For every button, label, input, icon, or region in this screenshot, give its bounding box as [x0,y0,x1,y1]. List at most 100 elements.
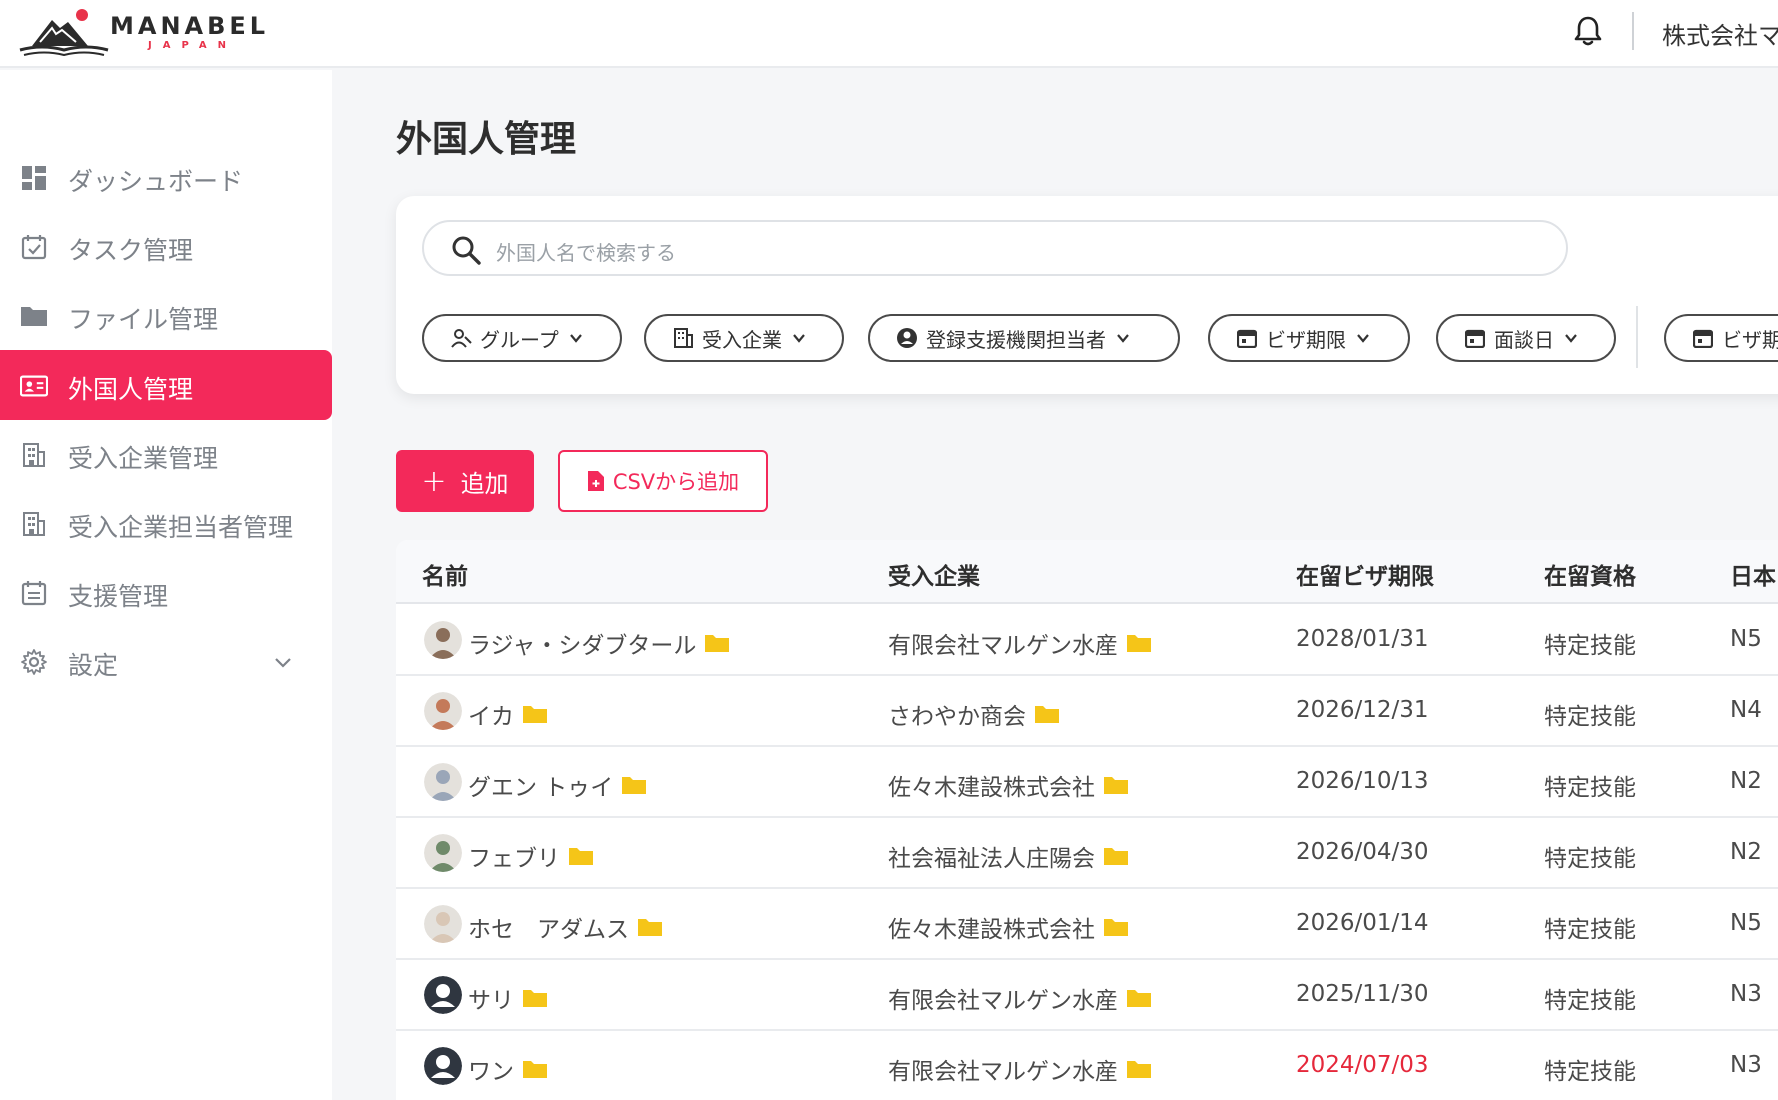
folder-icon[interactable] [704,633,730,653]
folder-icon[interactable] [621,775,647,795]
table-row[interactable]: イカ さわやか商会 2026/12/31 特定技能 N4 [396,677,1778,747]
table-row[interactable]: ラジャ・シダブタール 有限会社マルゲン水産 2028/01/31 特定技能 N5 [396,606,1778,676]
cell-visa-expiry: 2026/12/31 [1296,697,1429,723]
folder-icon[interactable] [1103,846,1129,866]
folder-icon[interactable] [1103,917,1129,937]
folder-icon[interactable] [1126,988,1152,1008]
table-header: 名前 受入企業 在留ビザ期限 在留資格 日本 [396,540,1778,604]
cell-name[interactable]: ホセ アダムス [468,910,663,944]
logo-subtitle: JAPAN [148,40,237,51]
cell-company[interactable]: さわやか商会 [888,697,1060,731]
cell-name[interactable]: グエン トゥイ [468,768,647,802]
column-header-japanese-level[interactable]: 日本 [1730,557,1776,591]
folder-icon[interactable] [568,846,594,866]
page-title: 外国人管理 [396,119,577,160]
dashboard-icon [20,164,48,192]
table-row[interactable]: サリ 有限会社マルゲン水産 2025/11/30 特定技能 N3 [396,961,1778,1031]
folder-icon[interactable] [1034,704,1060,724]
cell-residence-status: 特定技能 [1544,846,1636,872]
cell-name[interactable]: フェブリ [468,839,594,873]
calendar-icon [1236,327,1258,349]
filter-card: 外国人名で検索する グループ 受入企業 登録支援機関担当者 ビザ期限 面談日 ビ… [396,196,1778,394]
folder-icon [20,302,48,330]
csv-button-label: CSVから追加 [612,470,740,494]
column-header-residence-status[interactable]: 在留資格 [1544,557,1636,591]
cell-residence-status: 特定技能 [1544,633,1636,659]
calendar-check-icon [20,233,48,261]
cell-company[interactable]: 社会福祉法人庄陽会 [888,839,1129,873]
filter-visa-expiry[interactable]: ビザ期限 [1208,314,1410,362]
chevron-down-icon [1357,334,1369,343]
cell-company[interactable]: 佐々木建設株式会社 [888,768,1129,802]
filter-label: ビザ期 [1722,327,1778,352]
chevron-down-icon [793,334,805,343]
table-row[interactable]: グエン トゥイ 佐々木建設株式会社 2026/10/13 特定技能 N2 [396,748,1778,818]
search-input[interactable]: 外国人名で検索する [422,220,1568,276]
cell-company[interactable]: 有限会社マルゲン水産 [888,1052,1152,1086]
manabel-logo[interactable]: MANABEL JAPAN [18,6,265,58]
filter-interview-date[interactable]: 面談日 [1436,314,1616,362]
sidebar-item-settings[interactable]: 設定 [0,626,332,696]
sidebar-item-dashboard[interactable]: ダッシュボード [0,142,332,212]
sidebar-item-files[interactable]: ファイル管理 [0,280,332,350]
table-row[interactable]: ワン 有限会社マルゲン水産 2024/07/03 特定技能 N3 [396,1032,1778,1100]
column-header-name[interactable]: 名前 [422,557,468,591]
filter-label: 登録支援機関担当者 [926,327,1106,352]
sidebar-item-tasks[interactable]: タスク管理 [0,211,332,281]
top-header: MANABEL JAPAN 株式会社マ [0,0,1778,68]
folder-icon[interactable] [637,917,663,937]
logo-wordmark: MANABEL [110,12,270,40]
cell-company[interactable]: 佐々木建設株式会社 [888,910,1129,944]
cell-japanese-level: N5 [1730,626,1762,652]
default-avatar-icon[interactable] [424,976,462,1014]
search-placeholder: 外国人名で検索する [496,241,676,265]
calendar-list-icon [20,579,48,607]
building-icon [20,510,48,538]
cell-japanese-level: N2 [1730,768,1762,794]
filter-visa-period[interactable]: ビザ期 [1664,314,1778,362]
cell-name[interactable]: ワン [468,1052,548,1086]
folder-icon[interactable] [522,988,548,1008]
avatar[interactable] [424,621,462,659]
filter-company[interactable]: 受入企業 [644,314,844,362]
sidebar-item-support[interactable]: 支援管理 [0,557,332,627]
csv-import-button[interactable]: CSVから追加 [558,450,768,512]
sidebar-item-label: ダッシュボード [68,167,244,196]
sidebar: ダッシュボード タスク管理 ファイル管理 外国人管理 受入企業管理 受入企業担当… [0,70,332,1100]
folder-icon[interactable] [1103,775,1129,795]
building-icon [20,441,48,469]
add-button-label: 追加 [460,469,509,498]
cell-name[interactable]: イカ [468,697,548,731]
folder-icon[interactable] [522,1059,548,1079]
filter-group[interactable]: グループ [422,314,622,362]
sidebar-item-company-contacts[interactable]: 受入企業担当者管理 [0,488,332,558]
sidebar-item-companies[interactable]: 受入企業管理 [0,419,332,489]
company-name[interactable]: 株式会社マ [1662,16,1778,51]
default-avatar-icon[interactable] [424,1047,462,1085]
cell-name[interactable]: サリ [468,981,548,1015]
column-header-visa-expiry[interactable]: 在留ビザ期限 [1296,557,1434,591]
add-button[interactable]: + 追加 [396,450,534,512]
sidebar-item-label: 外国人管理 [68,375,194,404]
folder-icon[interactable] [1126,1059,1152,1079]
avatar[interactable] [424,763,462,801]
cell-company[interactable]: 有限会社マルゲン水産 [888,626,1152,660]
folder-icon[interactable] [1126,633,1152,653]
column-header-company[interactable]: 受入企業 [888,557,980,591]
folder-icon[interactable] [522,704,548,724]
table-row[interactable]: ホセ アダムス 佐々木建設株式会社 2026/01/14 特定技能 N5 [396,890,1778,960]
sidebar-item-foreigners[interactable]: 外国人管理 [0,350,332,420]
filter-support-staff[interactable]: 登録支援機関担当者 [868,314,1180,362]
avatar[interactable] [424,905,462,943]
table-row[interactable]: フェブリ 社会福祉法人庄陽会 2026/04/30 特定技能 N2 [396,819,1778,889]
chevron-down-icon[interactable] [272,650,294,672]
cell-name[interactable]: ラジャ・シダブタール [468,626,730,660]
avatar[interactable] [424,692,462,730]
cell-visa-expiry: 2024/07/03 [1296,1052,1429,1078]
cell-visa-expiry: 2025/11/30 [1296,981,1429,1007]
id-card-icon [20,372,48,400]
avatar[interactable] [424,834,462,872]
notification-bell-icon[interactable] [1572,14,1604,48]
cell-company[interactable]: 有限会社マルゲン水産 [888,981,1152,1015]
cell-residence-status: 特定技能 [1544,775,1636,801]
